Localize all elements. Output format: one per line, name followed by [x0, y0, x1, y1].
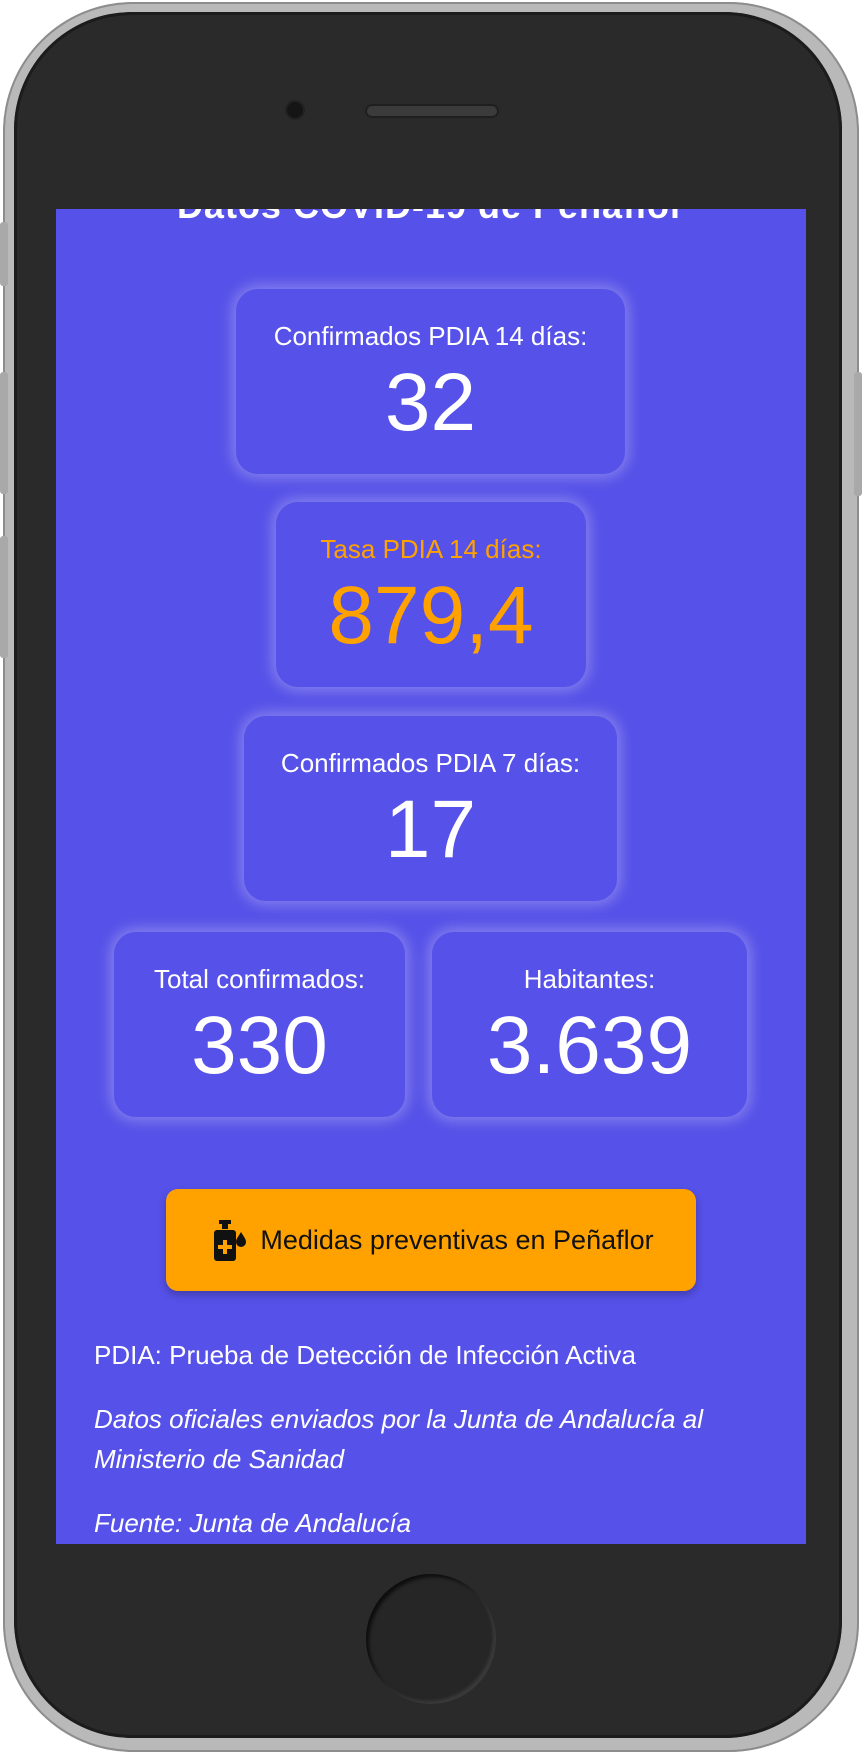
app-screen: Datos COVID-19 de Peñaflor Confirmados P…: [56, 209, 806, 1544]
front-camera: [287, 102, 303, 118]
stat-label: Confirmados PDIA 14 días:: [273, 321, 588, 351]
stat-label: Confirmados PDIA 7 días:: [280, 748, 581, 778]
stat-card-total-confirmed: Total confirmados: 330: [114, 932, 405, 1117]
stat-card-confirmed-7d: Confirmados PDIA 7 días: 17: [244, 716, 617, 901]
volume-down-button: [0, 536, 8, 658]
stat-label: Tasa PDIA 14 días:: [320, 534, 542, 564]
page-title: Datos COVID-19 de Peñaflor: [56, 209, 806, 227]
preventive-measures-button[interactable]: Medidas preventivas en Peñaflor: [166, 1189, 696, 1291]
official-data-note: Datos oficiales enviados por la Junta de…: [94, 1404, 703, 1474]
power-button: [854, 372, 862, 496]
stat-card-population: Habitantes: 3.639: [432, 932, 747, 1117]
stat-value: 879,4: [328, 570, 534, 661]
stat-label: Habitantes:: [523, 964, 656, 994]
stat-value: 3.639: [486, 1000, 693, 1091]
mute-switch: [0, 222, 8, 286]
pdia-definition: PDIA: Prueba de Detección de Infección A…: [94, 1340, 636, 1370]
hand-sanitizer-icon: [214, 1220, 247, 1261]
stat-value: 17: [384, 784, 477, 875]
source-note: Fuente: Junta de Andalucía: [94, 1508, 412, 1538]
preventive-measures-label: Medidas preventivas en Peñaflor: [260, 1224, 654, 1255]
stat-value: 330: [191, 1000, 328, 1091]
volume-up-button: [0, 372, 8, 494]
home-button[interactable]: [366, 1574, 496, 1704]
stat-value: 32: [384, 357, 477, 448]
stat-card-confirmed-14d: Confirmados PDIA 14 días: 32: [236, 289, 625, 474]
stat-card-rate-14d: Tasa PDIA 14 días: 879,4: [276, 502, 586, 687]
earpiece-speaker: [365, 104, 499, 118]
stat-label: Total confirmados:: [154, 964, 365, 994]
